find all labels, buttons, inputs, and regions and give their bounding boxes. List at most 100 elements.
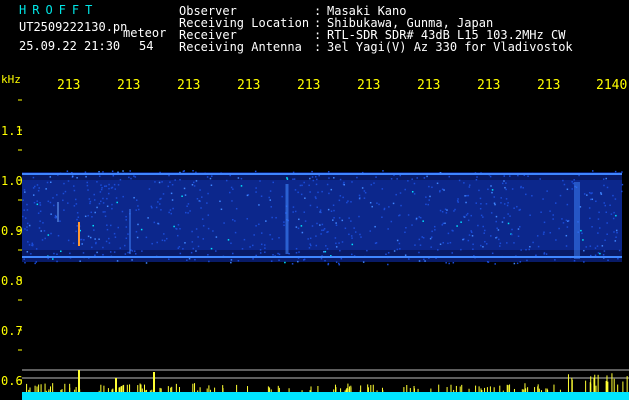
level-spike xyxy=(567,374,569,392)
noise-speck xyxy=(35,248,38,250)
time-tick: 2140 xyxy=(596,78,628,93)
noise-speck xyxy=(597,252,600,254)
noise-speck xyxy=(462,238,464,241)
noise-speck xyxy=(615,236,617,238)
noise-speck xyxy=(117,226,119,229)
noise-speck xyxy=(347,200,349,202)
noise-speck xyxy=(616,231,618,234)
noise-speck xyxy=(44,237,46,240)
level-spike xyxy=(585,380,587,392)
level-spike xyxy=(367,384,369,392)
noise-speck xyxy=(614,170,617,173)
noise-speck xyxy=(602,178,605,180)
noise-speck xyxy=(278,259,280,261)
noise-speck xyxy=(50,232,52,235)
noise-speck xyxy=(116,201,118,204)
time-tick: 213 xyxy=(417,78,441,93)
noise-speck xyxy=(559,194,562,197)
noise-speck xyxy=(230,186,233,189)
noise-speck xyxy=(324,250,327,253)
noise-speck xyxy=(504,186,506,189)
level-spike xyxy=(309,390,311,392)
noise-speck xyxy=(259,252,262,254)
noise-speck xyxy=(378,203,380,206)
noise-speck xyxy=(444,222,446,225)
noise-speck xyxy=(442,241,445,244)
noise-speck xyxy=(322,229,325,231)
noise-speck xyxy=(117,184,120,186)
noise-speck xyxy=(304,197,306,199)
noise-speck xyxy=(108,187,110,190)
noise-speck xyxy=(612,217,615,220)
level-spike xyxy=(199,387,201,392)
noise-speck xyxy=(168,258,170,260)
noise-speck xyxy=(341,241,344,243)
noise-speck xyxy=(454,208,456,211)
noise-speck xyxy=(335,246,338,248)
level-spike xyxy=(178,387,180,392)
level-spike xyxy=(611,373,613,392)
noise-speck xyxy=(102,211,105,213)
level-spike xyxy=(595,385,597,392)
level-spike xyxy=(170,387,172,392)
noise-speck xyxy=(341,219,344,222)
noise-speck xyxy=(468,186,471,188)
noise-speck xyxy=(425,196,427,198)
level-spike xyxy=(45,390,47,392)
noise-speck xyxy=(503,180,505,182)
noise-speck xyxy=(265,220,267,222)
noise-speck xyxy=(328,177,330,179)
noise-speck xyxy=(358,215,360,218)
noise-speck xyxy=(585,246,587,248)
noise-speck xyxy=(373,182,375,184)
noise-speck xyxy=(562,222,565,224)
noise-speck xyxy=(270,260,273,262)
noise-speck xyxy=(111,170,114,173)
noise-speck xyxy=(351,243,354,246)
noise-speck xyxy=(130,177,132,180)
noise-speck xyxy=(335,242,337,245)
noise-speck xyxy=(428,185,430,188)
noise-speck xyxy=(532,241,534,244)
noise-speck xyxy=(617,257,619,260)
noise-speck xyxy=(360,236,362,238)
noise-speck xyxy=(495,220,497,223)
noise-speck xyxy=(170,212,173,215)
noise-speck xyxy=(362,261,365,263)
level-spike xyxy=(75,387,77,392)
noise-speck xyxy=(75,230,77,233)
noise-speck xyxy=(598,211,600,214)
noise-speck xyxy=(525,193,527,196)
level-spike xyxy=(36,386,38,392)
noise-speck xyxy=(408,258,410,260)
level-spike xyxy=(144,390,146,392)
noise-speck xyxy=(482,216,484,218)
level-spike xyxy=(194,383,196,392)
level-spike xyxy=(607,381,609,392)
noise-speck xyxy=(396,239,399,242)
level-spike xyxy=(139,383,141,392)
noise-speck xyxy=(24,191,26,193)
noise-speck xyxy=(166,237,168,240)
noise-speck xyxy=(260,243,263,246)
noise-speck xyxy=(381,216,383,218)
noise-speck xyxy=(418,238,421,241)
noise-speck xyxy=(49,201,52,204)
noise-speck xyxy=(96,206,98,209)
noise-speck xyxy=(271,216,273,219)
noise-speck xyxy=(563,183,566,186)
noise-speck xyxy=(471,235,474,237)
time-tick: 213 xyxy=(477,78,501,93)
noise-speck xyxy=(24,217,27,219)
noise-speck xyxy=(104,211,106,213)
noise-speck xyxy=(283,221,285,223)
noise-speck xyxy=(234,220,236,222)
level-spike xyxy=(137,385,139,392)
level-spike xyxy=(69,383,71,392)
noise-speck xyxy=(590,192,592,195)
level-spike xyxy=(523,389,525,392)
noise-speck xyxy=(93,199,96,201)
noise-speck xyxy=(55,217,57,219)
noise-speck xyxy=(542,233,545,235)
noise-speck xyxy=(490,212,493,214)
